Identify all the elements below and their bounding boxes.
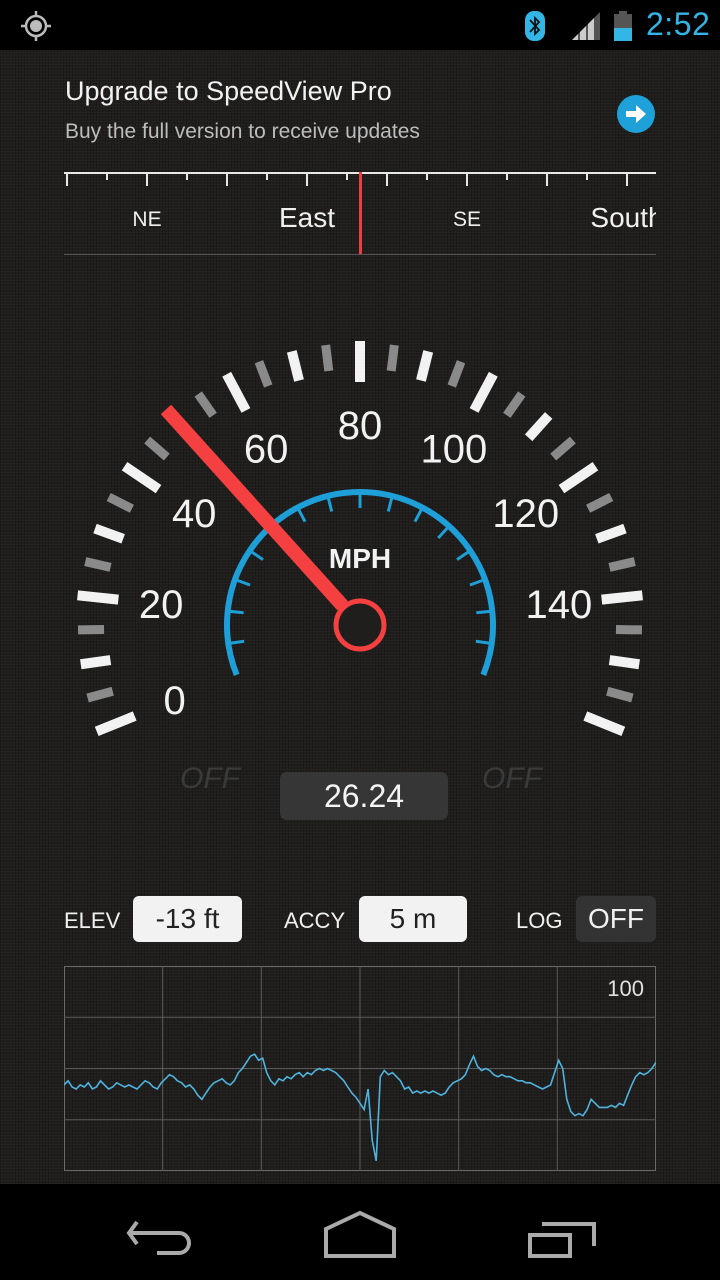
speed-tick-45 xyxy=(144,436,170,461)
inner-arc-tick xyxy=(469,578,486,587)
inner-arc-tick xyxy=(456,549,472,561)
speed-tick-25 xyxy=(84,557,112,572)
speed-tick-110 xyxy=(524,412,553,442)
speed-tick-120 xyxy=(558,462,599,494)
speed-history-chart: 100 xyxy=(64,966,656,1171)
inner-arc-tick xyxy=(234,578,251,587)
speed-tick-0 xyxy=(94,711,137,737)
speed-tick-35 xyxy=(106,492,134,513)
speed-tick-95 xyxy=(447,360,466,388)
speed-tick-40 xyxy=(121,462,162,494)
speed-tick-70 xyxy=(286,350,304,382)
signal-icon xyxy=(572,12,600,40)
speed-tick-85 xyxy=(386,344,399,372)
unit-label: MPH xyxy=(329,543,391,574)
speed-tick-30 xyxy=(93,523,125,544)
navigation-bar xyxy=(0,1184,720,1280)
inner-arc-tick xyxy=(476,609,493,615)
back-icon[interactable] xyxy=(115,1204,205,1264)
speed-tick-125 xyxy=(586,492,614,513)
speed-tick-130 xyxy=(595,523,627,544)
clock: 2:52 xyxy=(646,6,711,42)
speed-tick-60 xyxy=(222,371,251,413)
inner-arc-tick xyxy=(437,525,451,540)
speed-tick-105 xyxy=(503,391,526,418)
speed-tick-20 xyxy=(77,590,119,605)
needle-hub xyxy=(333,598,387,652)
status-bar: 2:52 xyxy=(0,0,720,50)
inner-arc-tick xyxy=(248,549,264,561)
accuracy-label: ACCY xyxy=(284,908,346,933)
speed-label-0: 0 xyxy=(163,679,185,723)
chart-grid xyxy=(64,966,656,1171)
gps-icon xyxy=(21,11,51,41)
speed-tick-150 xyxy=(608,655,640,670)
speed-tick-155 xyxy=(606,686,634,703)
speed-label-40: 40 xyxy=(172,492,217,536)
right-indicator: OFF xyxy=(482,762,542,795)
speed-label-20: 20 xyxy=(139,583,184,627)
speed-tick-160 xyxy=(583,711,626,737)
speed-tick-90 xyxy=(416,350,434,382)
y-max-label: 100 xyxy=(607,976,644,1001)
inner-arc-tick xyxy=(227,609,244,615)
speed-tick-135 xyxy=(608,557,636,572)
speed-tick-10 xyxy=(80,655,112,670)
log-label: LOG xyxy=(516,908,563,933)
bluetooth-icon xyxy=(525,11,545,41)
log-toggle[interactable]: OFF xyxy=(576,896,656,942)
speed-label-100: 100 xyxy=(421,427,488,471)
speed-label-140: 140 xyxy=(526,583,593,627)
speed-label-60: 60 xyxy=(244,427,289,471)
speed-tick-140 xyxy=(601,590,643,605)
inner-arc-tick xyxy=(296,506,307,523)
left-indicator: OFF xyxy=(180,762,240,795)
home-icon[interactable] xyxy=(315,1204,405,1264)
speed-tick-100 xyxy=(469,371,498,413)
accuracy-value: 5 m xyxy=(359,896,467,942)
recents-icon[interactable] xyxy=(515,1204,605,1264)
speed-readout: 26.24 xyxy=(280,772,448,820)
inner-arc-tick xyxy=(413,506,424,523)
elevation-value: -13 ft xyxy=(133,896,242,942)
speed-tick-75 xyxy=(321,344,334,372)
inner-arc-tick xyxy=(326,495,334,512)
speed-tick-5 xyxy=(86,686,114,703)
app-content: Upgrade to SpeedView Pro Buy the full ve… xyxy=(0,50,720,1184)
elevation-label: ELEV xyxy=(64,908,121,933)
speed-tick-115 xyxy=(550,436,576,461)
battery-icon xyxy=(614,11,632,41)
inner-arc-tick xyxy=(386,495,394,512)
speedometer-ticks xyxy=(77,341,643,737)
speed-tick-65 xyxy=(254,360,273,388)
speed-tick-55 xyxy=(194,391,217,418)
speed-label-120: 120 xyxy=(492,492,559,536)
speed-label-80: 80 xyxy=(338,404,383,448)
